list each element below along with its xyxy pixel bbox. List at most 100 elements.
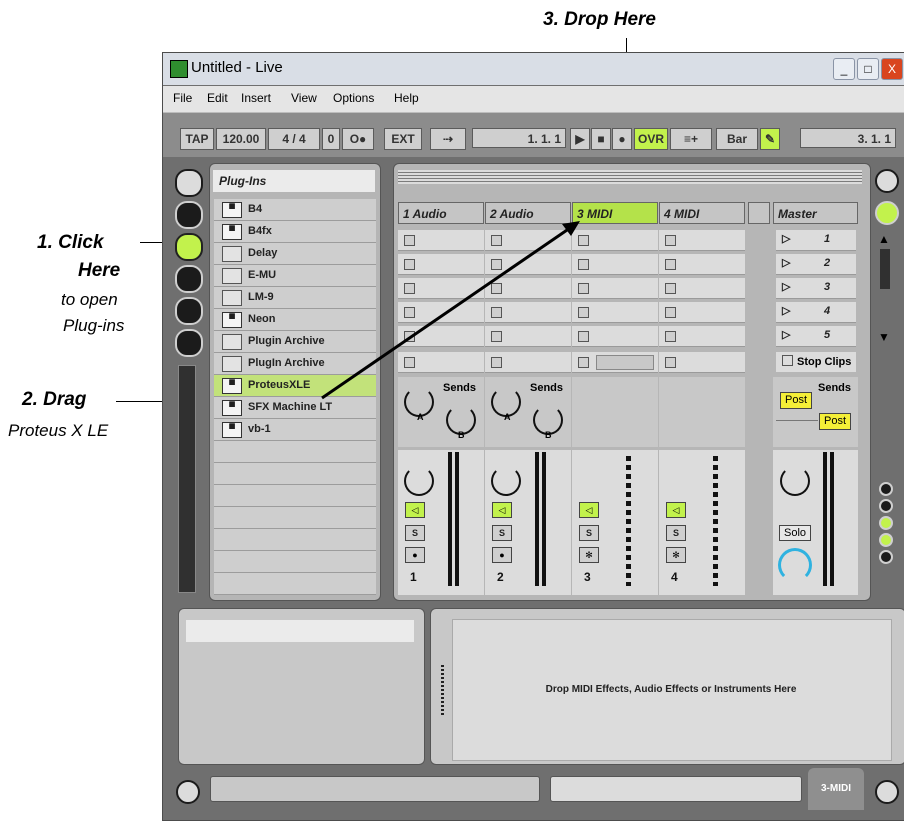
tempo-field[interactable]: 120.00	[216, 128, 266, 150]
quantize-select[interactable]: Bar	[716, 128, 758, 150]
clip-slot[interactable]	[572, 230, 658, 251]
metronome-button[interactable]: O●	[342, 128, 374, 150]
browser-item[interactable]: ▦ vb-1	[214, 419, 376, 441]
master-volume-knob[interactable]	[780, 466, 810, 496]
collapse-bottom-right-icon[interactable]	[875, 780, 899, 804]
crossfader-icon[interactable]	[879, 550, 893, 564]
scene-launch[interactable]: ▷ 5	[776, 326, 856, 347]
position-field[interactable]: 1. 1. 1	[472, 128, 566, 148]
browser-item[interactable]: ▦ SFX Machine LT	[214, 397, 376, 419]
collapse-left-icon[interactable]	[175, 169, 203, 197]
track-header-2[interactable]: 2 Audio	[485, 202, 571, 224]
volume-knob[interactable]	[491, 466, 521, 496]
stop-clips-button[interactable]: Stop Clips	[776, 352, 856, 372]
browser-scrollbar[interactable]	[178, 365, 196, 593]
collapse-right-icon[interactable]	[875, 169, 899, 193]
scene-scroll-up-icon[interactable]: ▲	[878, 232, 890, 246]
browser-item[interactable]: LM-9	[214, 287, 376, 309]
post-button-1[interactable]: Post	[780, 392, 812, 409]
clip-slot[interactable]	[398, 326, 484, 347]
clip-slot[interactable]	[485, 302, 571, 323]
loop-position-field[interactable]: 3. 1. 1	[800, 128, 896, 148]
browser-item[interactable]: Delay	[214, 243, 376, 265]
live-devices-icon[interactable]	[175, 201, 203, 229]
track-stop-button[interactable]	[572, 352, 658, 373]
follow-button[interactable]: ⇢	[430, 128, 466, 150]
close-button[interactable]: X	[881, 58, 903, 80]
track-activator-speaker-icon[interactable]: ◁	[579, 502, 599, 518]
clip-slot[interactable]	[398, 254, 484, 275]
clip-slot[interactable]	[398, 230, 484, 251]
scene-launch[interactable]: ▷ 2	[776, 254, 856, 275]
clip-slot[interactable]	[485, 326, 571, 347]
draw-mode-button[interactable]: ≡+	[670, 128, 712, 150]
maximize-button[interactable]: □	[857, 58, 879, 80]
volume-knob[interactable]	[404, 466, 434, 496]
scene-launch[interactable]: ▷ 3	[776, 278, 856, 299]
solo-button[interactable]: S	[666, 525, 686, 541]
post-button-2[interactable]: Post	[819, 413, 851, 430]
browser-item[interactable]: ▦ ProteusXLE	[214, 375, 376, 397]
browser-item[interactable]: Plugin Archive	[214, 331, 376, 353]
menu-file[interactable]: File	[173, 91, 192, 105]
scene-scrollbar[interactable]	[880, 249, 890, 289]
track-activator-speaker-icon[interactable]: ◁	[492, 502, 512, 518]
clip-slot[interactable]	[659, 278, 745, 299]
track-header-3[interactable]: 3 MIDI	[572, 202, 658, 224]
arm-record-icon[interactable]: ●	[405, 547, 425, 563]
solo-button[interactable]: S	[405, 525, 425, 541]
stop-button[interactable]: ■	[591, 128, 611, 150]
io-toggle-icon[interactable]	[879, 482, 893, 496]
master-solo-button[interactable]: Solo	[779, 525, 811, 541]
track-tab[interactable]: 3-MIDI	[808, 768, 864, 810]
overdub-button[interactable]: OVR	[634, 128, 668, 150]
clip-slot[interactable]	[572, 278, 658, 299]
track-stop-button[interactable]	[398, 352, 484, 373]
clip-slot[interactable]	[398, 278, 484, 299]
clip-slot[interactable]	[572, 254, 658, 275]
menu-options[interactable]: Options	[333, 91, 374, 105]
nudge-field[interactable]: 0	[322, 128, 340, 150]
clip-slot[interactable]	[659, 230, 745, 251]
scene-scroll-down-icon[interactable]: ▼	[878, 330, 890, 344]
clip-slot[interactable]	[659, 254, 745, 275]
track-activator-speaker-icon[interactable]: ◁	[405, 502, 425, 518]
clip-slot[interactable]	[485, 230, 571, 251]
mixer-toggle-icon[interactable]	[875, 201, 899, 225]
track-header-1[interactable]: 1 Audio	[398, 202, 484, 224]
file-browser-2-icon[interactable]	[175, 297, 203, 325]
play-button[interactable]: ▶	[570, 128, 590, 150]
browser-item[interactable]: ▦ B4	[214, 199, 376, 221]
menu-view[interactable]: View	[291, 91, 317, 105]
arm-record-icon[interactable]: ✻	[579, 547, 599, 563]
menu-insert[interactable]: Insert	[241, 91, 271, 105]
minimize-button[interactable]: _	[833, 58, 855, 80]
clip-slot[interactable]	[659, 326, 745, 347]
solo-button[interactable]: S	[579, 525, 599, 541]
mixer-view-icon[interactable]	[879, 533, 893, 547]
browser-item[interactable]: PlugIn Archive	[214, 353, 376, 375]
clip-slot[interactable]	[485, 278, 571, 299]
sends-toggle-icon[interactable]	[879, 499, 893, 513]
signature-field[interactable]: 4 / 4	[268, 128, 320, 150]
file-browser-3-icon[interactable]	[175, 329, 203, 357]
file-browser-1-icon[interactable]	[175, 265, 203, 293]
track-stop-button[interactable]	[659, 352, 745, 373]
scene-launch[interactable]: ▷ 4	[776, 302, 856, 323]
cue-volume-knob[interactable]	[778, 548, 812, 582]
tap-button[interactable]: TAP	[180, 128, 214, 150]
arm-record-icon[interactable]: ✻	[666, 547, 686, 563]
menu-edit[interactable]: Edit	[207, 91, 228, 105]
ext-sync-button[interactable]: EXT	[384, 128, 422, 150]
solo-button[interactable]: S	[492, 525, 512, 541]
clip-slot[interactable]	[398, 302, 484, 323]
menu-help[interactable]: Help	[394, 91, 419, 105]
track-header-4[interactable]: 4 MIDI	[659, 202, 745, 224]
clip-slot[interactable]	[659, 302, 745, 323]
record-button[interactable]: ●	[612, 128, 632, 150]
track-stop-button[interactable]	[485, 352, 571, 373]
browser-item[interactable]: E-MU	[214, 265, 376, 287]
device-selector-bar[interactable]	[550, 776, 802, 802]
track-activator-speaker-icon[interactable]: ◁	[666, 502, 686, 518]
collapse-bottom-left-icon[interactable]	[176, 780, 200, 804]
